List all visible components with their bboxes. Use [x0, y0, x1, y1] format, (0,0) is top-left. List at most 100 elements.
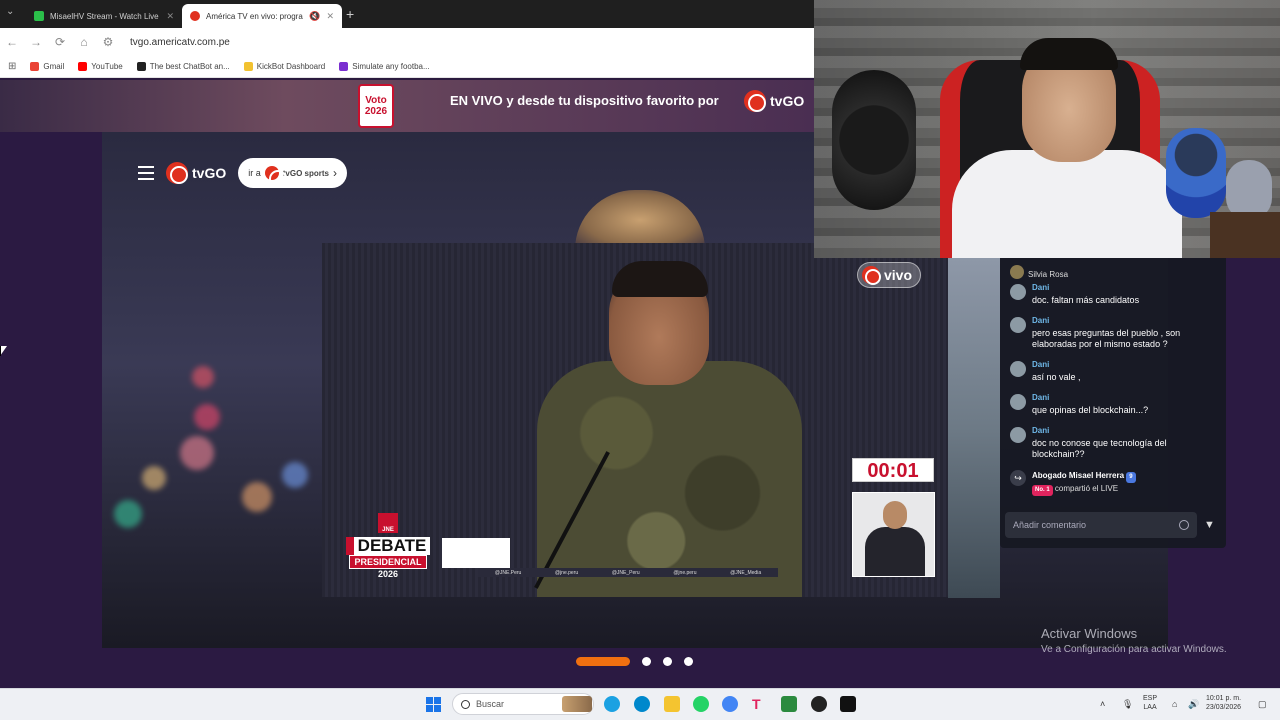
tab-search-icon[interactable]: ⌄: [6, 6, 14, 17]
url-field[interactable]: tvgo.americatv.com.pe: [130, 37, 230, 48]
forward-icon[interactable]: →: [24, 35, 48, 49]
back-icon[interactable]: ←: [0, 35, 24, 49]
whatsapp-icon[interactable]: [693, 696, 709, 712]
social-handle: @JNE_Peru: [611, 569, 640, 576]
youtube-icon: [78, 62, 88, 71]
chat-message: Dani que opinas del blockchain...?: [1010, 393, 1218, 416]
share-event: ↪ Abogado Misael Herrera 9 No. 1 compart…: [1010, 470, 1218, 496]
new-tab-button[interactable]: +: [346, 6, 354, 22]
goto-tvgo-sports-button[interactable]: ir a tvGO sports ›: [238, 158, 347, 188]
apps-grid-icon[interactable]: ⊞: [8, 61, 16, 72]
reload-icon[interactable]: ⟳: [48, 35, 72, 49]
file-explorer-icon[interactable]: [664, 696, 680, 712]
close-icon[interactable]: ✕: [326, 11, 334, 22]
chat-gift-row: Silvia Rosa: [1010, 259, 1220, 279]
chat-message: Dani doc no conose que tecnología del blo…: [1010, 426, 1218, 460]
social-handle: @JNE.Peru: [494, 569, 522, 576]
globe-icon: [264, 166, 287, 188]
chat-message: Dani doc. faltan más candidatos: [1010, 283, 1218, 306]
share-username[interactable]: Abogado Misael Herrera: [1032, 471, 1124, 480]
emoji-icon[interactable]: [1179, 520, 1189, 530]
voto-2026-logo: Voto 2026: [358, 84, 394, 128]
chat-username[interactable]: Dani: [1032, 283, 1139, 292]
menu-icon[interactable]: [138, 166, 154, 180]
edge-icon[interactable]: [604, 696, 620, 712]
bookmark-label: YouTube: [91, 62, 123, 71]
chat-text: doc no conose que tecnología del blockch…: [1032, 438, 1167, 459]
voto-year: 2026: [364, 106, 388, 117]
lower-third-box: [442, 538, 510, 568]
comment-input[interactable]: Añadir comentario: [1005, 512, 1197, 538]
avatar: [1010, 317, 1026, 333]
clock[interactable]: 10:01 p. m. 23/03/2026: [1206, 694, 1241, 712]
calculator-icon[interactable]: [781, 696, 797, 712]
telegram-icon[interactable]: [634, 696, 650, 712]
carousel-dot[interactable]: [576, 657, 630, 666]
search-placeholder: Buscar: [476, 699, 505, 709]
close-icon[interactable]: ✕: [166, 11, 174, 22]
chrome-icon[interactable]: [722, 696, 738, 712]
bookmark-gmail[interactable]: Gmail: [30, 62, 64, 71]
typora-icon[interactable]: T: [752, 696, 768, 712]
home-icon[interactable]: ⌂: [72, 35, 96, 49]
desk: [1210, 212, 1280, 258]
volume-icon[interactable]: 🔊: [1188, 699, 1199, 710]
comment-placeholder: Añadir comentario: [1013, 520, 1087, 530]
bookmark-simulate[interactable]: Simulate any footba...: [339, 62, 430, 71]
tab-favicon-icon: [34, 11, 44, 21]
chat-username[interactable]: Dani: [1032, 360, 1081, 369]
mute-icon[interactable]: 🔇: [309, 11, 320, 22]
lang-layout: LAA: [1143, 704, 1157, 711]
social-handle: @jne.peru: [554, 569, 579, 576]
chevron-up-icon[interactable]: ˄: [1100, 699, 1105, 709]
widgets-icon[interactable]: [562, 696, 592, 712]
live-label: vivo: [884, 267, 913, 283]
bookmark-label: The best ChatBot an...: [149, 62, 230, 71]
bokeh-light: [114, 500, 142, 528]
mouse-cursor-icon: [0, 346, 7, 356]
tvgo-logo[interactable]: tvGO: [166, 162, 226, 184]
social-handle: @JNE_Media: [730, 569, 762, 576]
bookmark-kickbot[interactable]: KickBot Dashboard: [243, 62, 325, 71]
watermark-title: Activar Windows: [1041, 626, 1138, 641]
microphone-icon[interactable]: 🎙: [1122, 699, 1133, 710]
network-icon[interactable]: ⌂: [1172, 699, 1177, 709]
chat-username[interactable]: Dani: [1032, 393, 1148, 402]
start-button-icon[interactable]: [426, 697, 441, 712]
bookmark-youtube[interactable]: YouTube: [78, 62, 123, 71]
goto-prefix: ir a: [248, 168, 261, 178]
plush-toy: [1166, 128, 1226, 218]
socials-strip: @JNE.Peru @jne.peru @JNE_Peru @jne.peru …: [478, 568, 778, 577]
carousel-dot[interactable]: [684, 657, 693, 666]
tab-misaelhv[interactable]: MisaelHV Stream - Watch Live ✕: [26, 4, 182, 28]
site-info-icon[interactable]: ⚙: [96, 35, 120, 49]
live-badge: vivo: [857, 262, 922, 288]
chat-username[interactable]: Dani: [1032, 316, 1218, 325]
filter-icon[interactable]: ▼: [1204, 519, 1215, 531]
bookmark-label: Simulate any footba...: [352, 62, 430, 71]
interpreter-body: [865, 527, 925, 576]
bokeh-light: [192, 366, 214, 388]
obs-icon[interactable]: [811, 696, 827, 712]
chat-text: así no vale ,: [1032, 372, 1081, 382]
language-indicator[interactable]: ESP LAA: [1143, 694, 1157, 712]
clock-time: 10:01 p. m.: [1206, 695, 1242, 702]
chat-username[interactable]: Dani: [1032, 426, 1218, 435]
chat-username: Silvia Rosa: [1028, 270, 1069, 279]
notifications-icon[interactable]: ▢: [1258, 699, 1267, 710]
share-icon: ↪: [1010, 470, 1026, 486]
carousel-dot[interactable]: [663, 657, 672, 666]
level-badge: 9: [1126, 472, 1136, 483]
watermark-subtitle: Ve a Configuración para activar Windows.: [1041, 644, 1227, 655]
tab-americatv[interactable]: América TV en vivo: progra 🔇 ✕: [182, 4, 342, 28]
streamer-shirt: [952, 150, 1182, 258]
avatar: [1010, 284, 1026, 300]
avatar: [1010, 394, 1026, 410]
chat-message: Dani así no vale ,: [1010, 360, 1218, 383]
carousel-dot[interactable]: [642, 657, 651, 666]
jne-logo: JNE: [378, 513, 398, 533]
tiktok-icon[interactable]: [840, 696, 856, 712]
activate-windows-watermark: Activar Windows Ve a Configuración para …: [1041, 626, 1227, 655]
bookmark-chatbot[interactable]: The best ChatBot an...: [136, 62, 230, 71]
tab-title: América TV en vivo: progra: [206, 11, 303, 21]
